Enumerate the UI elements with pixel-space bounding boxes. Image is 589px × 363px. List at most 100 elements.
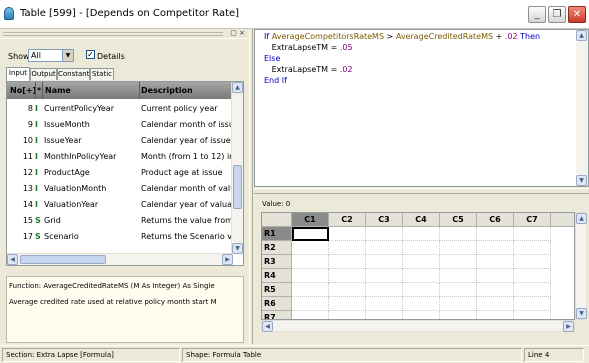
column-header-name[interactable]: Name <box>45 86 71 95</box>
column-header[interactable]: C7 <box>514 213 551 227</box>
table-cell[interactable] <box>366 255 403 269</box>
row-header[interactable]: R6 <box>262 297 292 311</box>
table-corner[interactable] <box>262 213 292 227</box>
column-header[interactable]: C4 <box>403 213 440 227</box>
scroll-thumb[interactable] <box>233 165 242 209</box>
tab-output[interactable]: Output <box>30 68 57 80</box>
editor-vertical-scrollbar[interactable]: ▲ ▼ <box>576 30 588 186</box>
table-cell[interactable] <box>514 269 551 283</box>
table-row[interactable]: 15 S Grid Returns the value from the <box>7 213 233 228</box>
grid-vertical-scrollbar[interactable]: ▲ ▼ <box>231 82 243 254</box>
restore-button[interactable]: ❐ <box>548 6 566 23</box>
table-cell[interactable] <box>329 255 366 269</box>
table-row[interactable]: 13 I ValuationMonth Calendar month of va… <box>7 181 233 196</box>
table-cell[interactable] <box>366 241 403 255</box>
column-header[interactable]: C5 <box>440 213 477 227</box>
table-cell[interactable] <box>403 297 440 311</box>
formula-table[interactable]: C1 C2 C3 C4 C5 C6 C7 R1 R2 R3 R4 R5 R6 R… <box>261 212 575 320</box>
scroll-left-icon[interactable]: ◀ <box>7 254 18 265</box>
table-cell[interactable] <box>403 241 440 255</box>
table-cell[interactable] <box>366 311 403 319</box>
table-cell[interactable] <box>329 241 366 255</box>
table-cell[interactable] <box>477 255 514 269</box>
horizontal-splitter[interactable] <box>254 188 589 194</box>
scroll-up-icon[interactable]: ▲ <box>576 213 587 224</box>
scroll-down-icon[interactable]: ▼ <box>576 308 587 319</box>
table-cell[interactable] <box>440 311 477 319</box>
table-vertical-scrollbar[interactable]: ▲ ▼ <box>575 212 587 320</box>
chevron-down-icon[interactable]: ▼ <box>62 50 73 61</box>
table-cell[interactable] <box>292 241 329 255</box>
table-cell[interactable] <box>477 241 514 255</box>
table-cell[interactable] <box>514 283 551 297</box>
table-row[interactable]: 9 I IssueMonth Calendar month of issue <box>7 117 233 132</box>
table-cell[interactable] <box>292 297 329 311</box>
formula-editor[interactable]: If AverageCompetitorsRateMS > AverageCre… <box>254 29 589 187</box>
table-cell[interactable] <box>329 297 366 311</box>
column-header[interactable]: C6 <box>477 213 514 227</box>
tab-input[interactable]: Input <box>6 67 30 81</box>
table-row[interactable]: 17 S Scenario Returns the Scenario value <box>7 229 233 244</box>
column-header-description[interactable]: Description <box>141 86 193 95</box>
table-row[interactable]: 10 I IssueYear Calendar year of issue <box>7 133 233 148</box>
table-cell[interactable] <box>366 283 403 297</box>
table-cell[interactable] <box>329 283 366 297</box>
scroll-up-icon[interactable]: ▲ <box>232 82 243 93</box>
table-cell[interactable] <box>329 227 366 241</box>
tab-constant[interactable]: Constant <box>57 68 90 80</box>
pane-grip[interactable] <box>3 32 223 36</box>
scroll-right-icon[interactable]: ▶ <box>563 321 574 332</box>
scroll-left-icon[interactable]: ◀ <box>262 321 273 332</box>
table-row[interactable]: 8 I CurrentPolicyYear Current policy yea… <box>7 101 233 116</box>
row-header[interactable]: R5 <box>262 283 292 297</box>
table-cell[interactable] <box>403 269 440 283</box>
table-cell[interactable] <box>292 269 329 283</box>
table-row[interactable]: 14 I ValuationYear Calendar year of valu… <box>7 197 233 212</box>
row-header[interactable]: R7 <box>262 311 292 319</box>
table-cell[interactable] <box>514 255 551 269</box>
table-cell[interactable] <box>514 241 551 255</box>
table-cell[interactable] <box>366 227 403 241</box>
column-header[interactable]: C1 <box>292 213 329 227</box>
table-cell[interactable] <box>292 311 329 319</box>
scroll-thumb[interactable] <box>20 255 106 264</box>
table-cell[interactable] <box>477 227 514 241</box>
table-cell[interactable] <box>366 269 403 283</box>
row-header[interactable]: R3 <box>262 255 292 269</box>
table-cell[interactable] <box>477 311 514 319</box>
show-dropdown[interactable]: All ▼ <box>28 49 74 62</box>
grid-horizontal-scrollbar[interactable]: ◀ ▶ <box>7 253 233 265</box>
table-cell[interactable] <box>440 297 477 311</box>
vertical-splitter[interactable] <box>249 29 253 344</box>
table-cell[interactable] <box>514 297 551 311</box>
table-cell[interactable] <box>329 269 366 283</box>
details-checkbox[interactable]: ✓ <box>86 50 95 59</box>
table-cell[interactable] <box>440 283 477 297</box>
close-button[interactable]: ✕ <box>568 6 586 23</box>
table-cell[interactable] <box>440 227 477 241</box>
table-cell[interactable] <box>440 269 477 283</box>
table-cell[interactable] <box>292 227 329 241</box>
scroll-right-icon[interactable]: ▶ <box>222 254 233 265</box>
row-header[interactable]: R4 <box>262 269 292 283</box>
row-header[interactable]: R1 <box>262 227 292 241</box>
table-row[interactable]: 12 I ProductAge Product age at issue <box>7 165 233 180</box>
table-horizontal-scrollbar[interactable]: ◀ ▶ <box>261 320 575 332</box>
table-cell[interactable] <box>366 297 403 311</box>
table-cell[interactable] <box>403 311 440 319</box>
table-cell[interactable] <box>477 283 514 297</box>
table-cell[interactable] <box>440 255 477 269</box>
table-cell[interactable] <box>440 241 477 255</box>
column-header[interactable]: C2 <box>329 213 366 227</box>
table-cell[interactable] <box>403 227 440 241</box>
table-cell[interactable] <box>514 227 551 241</box>
column-header-star[interactable]: * <box>37 86 41 95</box>
row-header[interactable]: R2 <box>262 241 292 255</box>
column-header[interactable]: C3 <box>366 213 403 227</box>
table-cell[interactable] <box>477 297 514 311</box>
table-cell[interactable] <box>403 255 440 269</box>
table-cell[interactable] <box>477 269 514 283</box>
table-row[interactable]: 11 I MonthInPolicyYear Month (from 1 to … <box>7 149 233 164</box>
scroll-up-icon[interactable]: ▲ <box>576 30 587 41</box>
scroll-down-icon[interactable]: ▼ <box>576 175 587 186</box>
